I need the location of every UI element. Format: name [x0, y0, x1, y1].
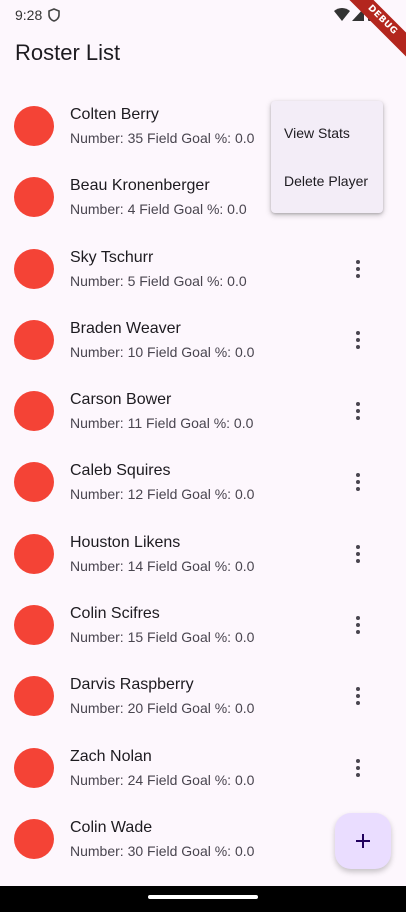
player-name: Braden Weaver — [70, 319, 181, 337]
player-subtitle: Number: 30 Field Goal %: 0.0 — [70, 842, 255, 859]
more-vert-icon[interactable] — [346, 754, 370, 782]
player-avatar — [14, 391, 54, 432]
more-vert-icon[interactable] — [346, 255, 370, 283]
player-avatar — [14, 676, 54, 717]
player-subtitle: Number: 35 Field Goal %: 0.0 — [70, 130, 255, 146]
player-name: Houston Likens — [70, 533, 181, 551]
system-nav-bar — [0, 886, 406, 912]
debug-banner: DEBUG — [340, 0, 406, 62]
list-item[interactable]: Sky Tschurr Number: 5 Field Goal %: 0.0 — [0, 233, 406, 304]
shield-icon — [48, 8, 60, 22]
player-name: Colin Wade — [70, 818, 153, 836]
view-stats-menu-item[interactable]: View Stats — [271, 109, 383, 157]
list-item[interactable]: Caleb Squires Number: 12 Field Goal %: 0… — [0, 446, 406, 517]
player-avatar — [14, 462, 54, 503]
list-item[interactable]: Braden Weaver Number: 10 Field Goal %: 0… — [0, 304, 406, 375]
player-name: Colin Scifres — [70, 605, 160, 623]
player-name: Colten Berry — [70, 106, 159, 123]
player-avatar — [14, 106, 54, 146]
add-player-button[interactable] — [335, 813, 391, 869]
player-subtitle: Number: 5 Field Goal %: 0.0 — [70, 272, 247, 289]
player-subtitle: Number: 15 Field Goal %: 0.0 — [70, 629, 255, 646]
wifi-icon — [334, 8, 350, 21]
app-screen: 9:28 DEBUG Roster List Colten Berry Numb… — [0, 0, 406, 886]
list-item[interactable]: Darvis Raspberry Number: 20 Field Goal %… — [0, 660, 406, 731]
player-name: Beau Kronenberger — [70, 177, 210, 195]
player-avatar — [14, 248, 54, 289]
player-subtitle: Number: 14 Field Goal %: 0.0 — [70, 557, 255, 574]
list-item[interactable]: Houston Likens Number: 14 Field Goal %: … — [0, 518, 406, 589]
player-name: Caleb Squires — [70, 462, 171, 480]
list-item[interactable]: Zach Nolan Number: 24 Field Goal %: 0.0 — [0, 732, 406, 803]
player-subtitle: Number: 20 Field Goal %: 0.0 — [70, 700, 255, 717]
player-avatar — [14, 818, 54, 859]
add-icon — [356, 834, 370, 848]
more-vert-icon[interactable] — [346, 326, 370, 354]
page-title: Roster List — [15, 40, 121, 65]
status-time: 9:28 — [15, 7, 43, 23]
status-bar: 9:28 DEBUG — [0, 0, 406, 62]
delete-player-menu-item[interactable]: Delete Player — [271, 157, 383, 205]
player-popup-menu: View Stats Delete Player — [271, 101, 383, 213]
player-avatar — [14, 177, 54, 218]
player-name: Darvis Raspberry — [70, 676, 194, 694]
list-item[interactable]: Colin Scifres Number: 15 Field Goal %: 0… — [0, 589, 406, 660]
player-subtitle: Number: 11 Field Goal %: 0.0 — [70, 415, 254, 432]
player-subtitle: Number: 4 Field Goal %: 0.0 — [70, 201, 247, 218]
more-vert-icon[interactable] — [346, 397, 370, 425]
list-item[interactable]: Carson Bower Number: 11 Field Goal %: 0.… — [0, 375, 406, 446]
player-name: Zach Nolan — [70, 747, 152, 765]
player-avatar — [14, 533, 54, 574]
player-name: Carson Bower — [70, 391, 172, 409]
player-subtitle: Number: 12 Field Goal %: 0.0 — [70, 486, 255, 503]
player-avatar — [14, 605, 54, 646]
more-vert-icon[interactable] — [346, 540, 370, 568]
player-name: Sky Tschurr — [70, 248, 154, 266]
player-avatar — [14, 319, 54, 360]
player-subtitle: Number: 24 Field Goal %: 0.0 — [70, 771, 255, 788]
player-avatar — [14, 747, 54, 788]
more-vert-icon[interactable] — [346, 682, 370, 710]
more-vert-icon[interactable] — [346, 468, 370, 496]
home-gesture-handle[interactable] — [148, 895, 258, 899]
player-subtitle: Number: 10 Field Goal %: 0.0 — [70, 343, 255, 360]
more-vert-icon[interactable] — [346, 611, 370, 639]
